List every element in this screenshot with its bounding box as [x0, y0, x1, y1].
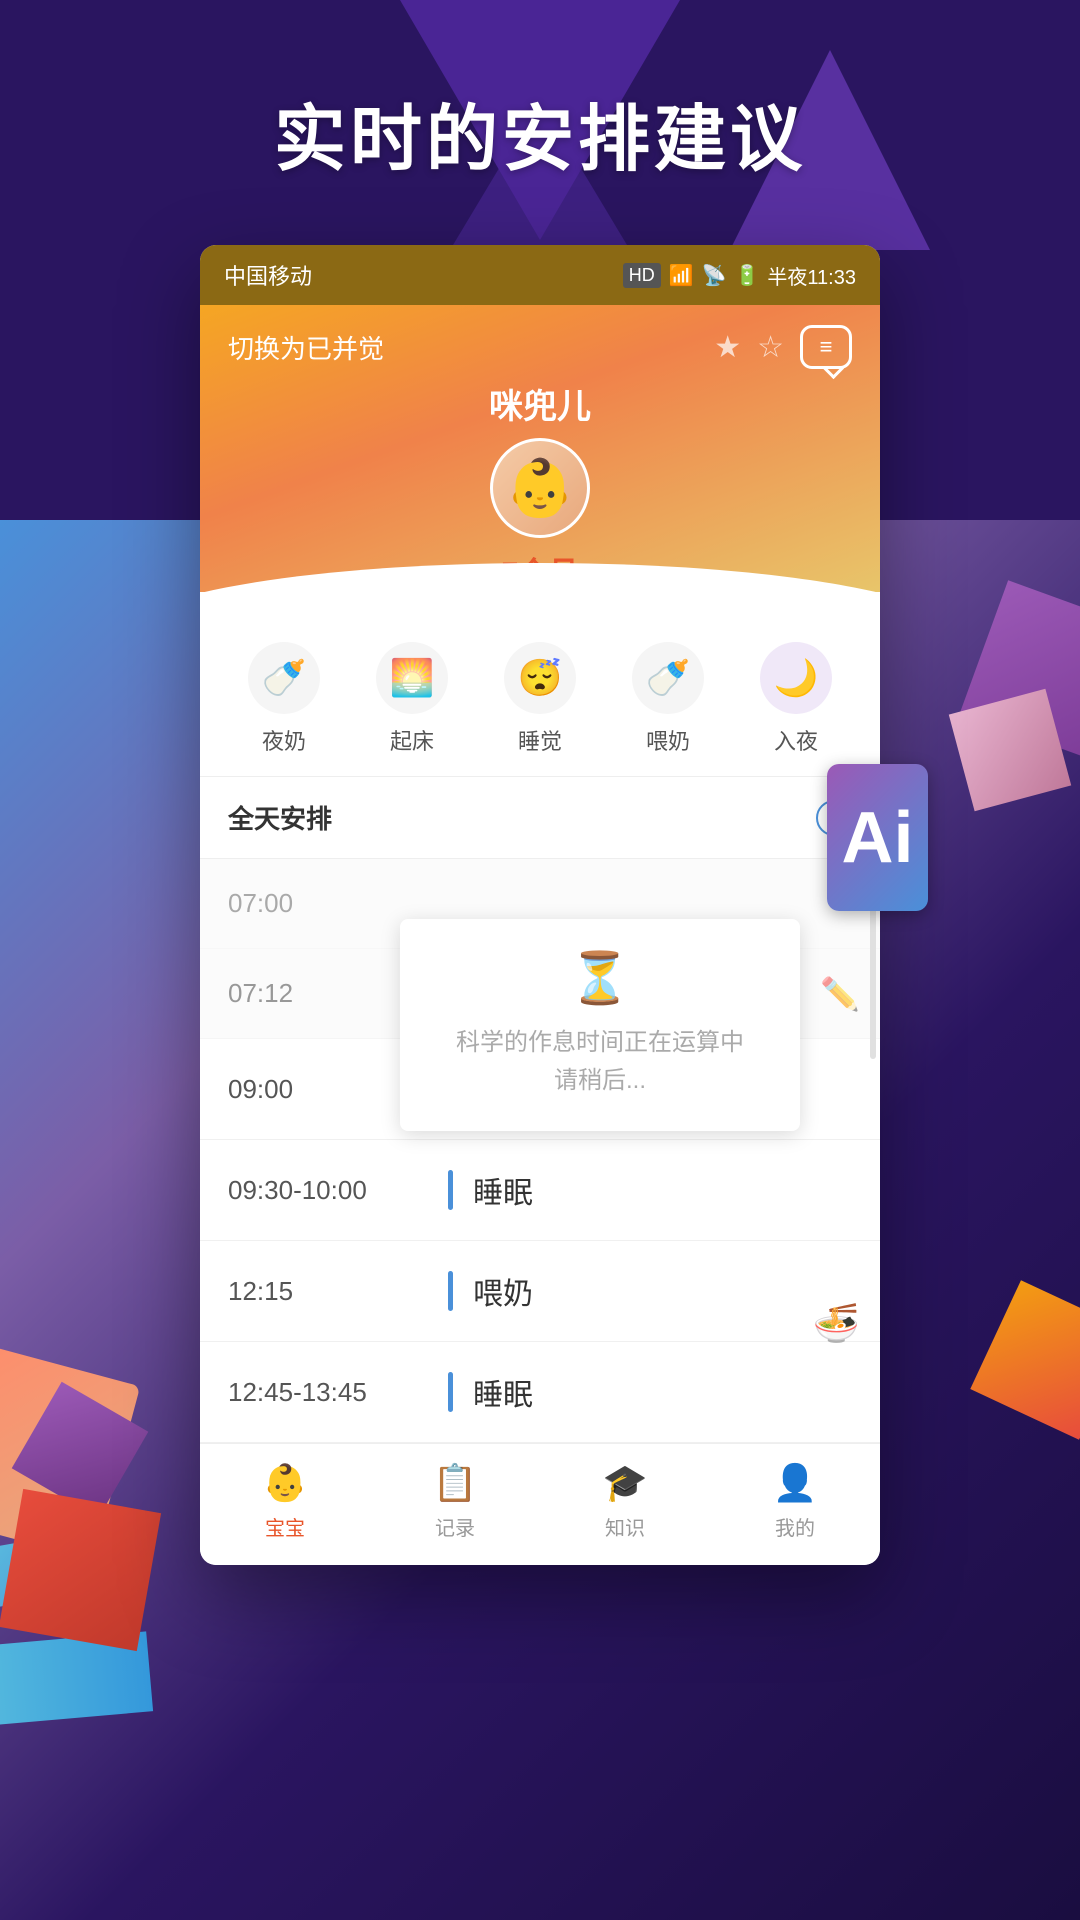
- schedule-popup: ⏳ 科学的作息时间正在运算中请稍后...: [400, 919, 800, 1131]
- chat-button[interactable]: ≡: [800, 325, 852, 369]
- schedule-list: 07:00 ⏳ 科学的作息时间正在运算中请稍后... 07:12 ✏️: [200, 859, 880, 1443]
- switch-label[interactable]: 切换为已并觉: [228, 329, 384, 366]
- action-yenai[interactable]: 🍼 夜奶: [248, 642, 320, 756]
- knowledge-nav-icon: 🎓: [603, 1462, 648, 1504]
- food-icon: 🍜: [813, 1302, 860, 1346]
- time-0700: 07:00: [228, 888, 428, 919]
- yenai-label: 夜奶: [262, 724, 306, 756]
- time-1245: 12:45-13:45: [228, 1377, 428, 1408]
- event-1245: 睡眠: [473, 1370, 533, 1414]
- shuijiao-label: 睡觉: [518, 724, 562, 756]
- time-0930: 09:30-10:00: [228, 1175, 428, 1206]
- bottom-nav: 👶 宝宝 📋 记录 🎓 知识 👤 我的: [200, 1443, 880, 1565]
- schedule-header: 全天安排 !: [200, 777, 880, 859]
- baby-nav-icon: 👶: [263, 1462, 308, 1504]
- event-bar-0930: [448, 1170, 453, 1210]
- edit-button-0712[interactable]: ✏️: [820, 975, 860, 1013]
- ruye-icon: 🌙: [760, 642, 832, 714]
- schedule-row-1215: 12:15 喂奶 🍜: [200, 1241, 880, 1342]
- chat-icon: ≡: [820, 334, 833, 360]
- qichuang-icon: 🌅: [376, 642, 448, 714]
- action-qichuang[interactable]: 🌅 起床: [376, 642, 448, 756]
- event-0930: 睡眠: [473, 1168, 533, 1212]
- yenai-icon: 🍼: [248, 642, 320, 714]
- time-0900: 09:00: [228, 1074, 428, 1105]
- action-shuijiao[interactable]: 😴 睡觉: [504, 642, 576, 756]
- time-display: 半夜11:33: [767, 261, 856, 290]
- time-1215: 12:15: [228, 1276, 428, 1307]
- mine-nav-label: 我的: [775, 1512, 815, 1541]
- shuijiao-icon: 😴: [504, 642, 576, 714]
- wifi-icon: 📶: [669, 263, 694, 288]
- baby-avatar[interactable]: 👶: [490, 438, 590, 538]
- ruye-label: 入夜: [774, 724, 818, 756]
- carrier-label: 中国移动: [224, 259, 312, 291]
- event-bar-1215: [448, 1271, 453, 1311]
- nav-record[interactable]: 📋 记录: [433, 1462, 478, 1541]
- weinai-icon: 🍼: [632, 642, 704, 714]
- record-nav-icon: 📋: [433, 1462, 478, 1504]
- page-title: 实时的安排建议: [274, 80, 806, 185]
- mine-nav-icon: 👤: [773, 1462, 818, 1504]
- ai-badge: Ai: [827, 764, 928, 911]
- star-icon[interactable]: ★: [714, 330, 741, 365]
- hourglass-icon: ⏳: [569, 949, 631, 1008]
- phone-mockup: 中国移动 HD 📶 📡 🔋 半夜11:33 切换为已并觉 ★ ☆ ≡: [200, 245, 880, 1565]
- baby-nav-label: 宝宝: [265, 1512, 305, 1541]
- battery-icon: 🔋: [735, 263, 760, 288]
- action-weinai[interactable]: 🍼 喂奶: [632, 642, 704, 756]
- nav-baby[interactable]: 👶 宝宝: [263, 1462, 308, 1541]
- schedule-row-0930: 09:30-10:00 睡眠: [200, 1140, 880, 1241]
- nav-knowledge[interactable]: 🎓 知识: [603, 1462, 648, 1541]
- record-nav-label: 记录: [435, 1512, 475, 1541]
- qichuang-label: 起床: [390, 724, 434, 756]
- hd-badge: HD: [623, 263, 661, 288]
- app-header: 切换为已并觉 ★ ☆ ≡ 咪兜儿 👶 7个月: [200, 305, 880, 592]
- action-ruye[interactable]: 🌙 入夜: [760, 642, 832, 756]
- popup-text: 科学的作息时间正在运算中请稍后...: [456, 1024, 744, 1101]
- time-0712: 07:12: [228, 978, 428, 1009]
- signal-icon: 📡: [702, 263, 727, 288]
- schedule-row-1245: 12:45-13:45 睡眠: [200, 1342, 880, 1443]
- event-bar-1245: [448, 1372, 453, 1412]
- status-bar: 中国移动 HD 📶 📡 🔋 半夜11:33: [200, 245, 880, 305]
- nav-mine[interactable]: 👤 我的: [773, 1462, 818, 1541]
- schedule-section: 全天安排 ! 07:00 ⏳ 科学的作息时间正在运算中请稍后... 07:1: [200, 777, 880, 1443]
- star-icon-2[interactable]: ☆: [757, 330, 784, 365]
- knowledge-nav-label: 知识: [605, 1512, 645, 1541]
- baby-name: 咪兜儿: [228, 379, 852, 428]
- event-1215: 喂奶: [473, 1269, 533, 1313]
- schedule-title: 全天安排: [228, 799, 332, 836]
- weinai-label: 喂奶: [646, 724, 690, 756]
- quick-actions: 🍼 夜奶 🌅 起床 😴 睡觉 🍼 喂奶 🌙 入夜: [200, 612, 880, 777]
